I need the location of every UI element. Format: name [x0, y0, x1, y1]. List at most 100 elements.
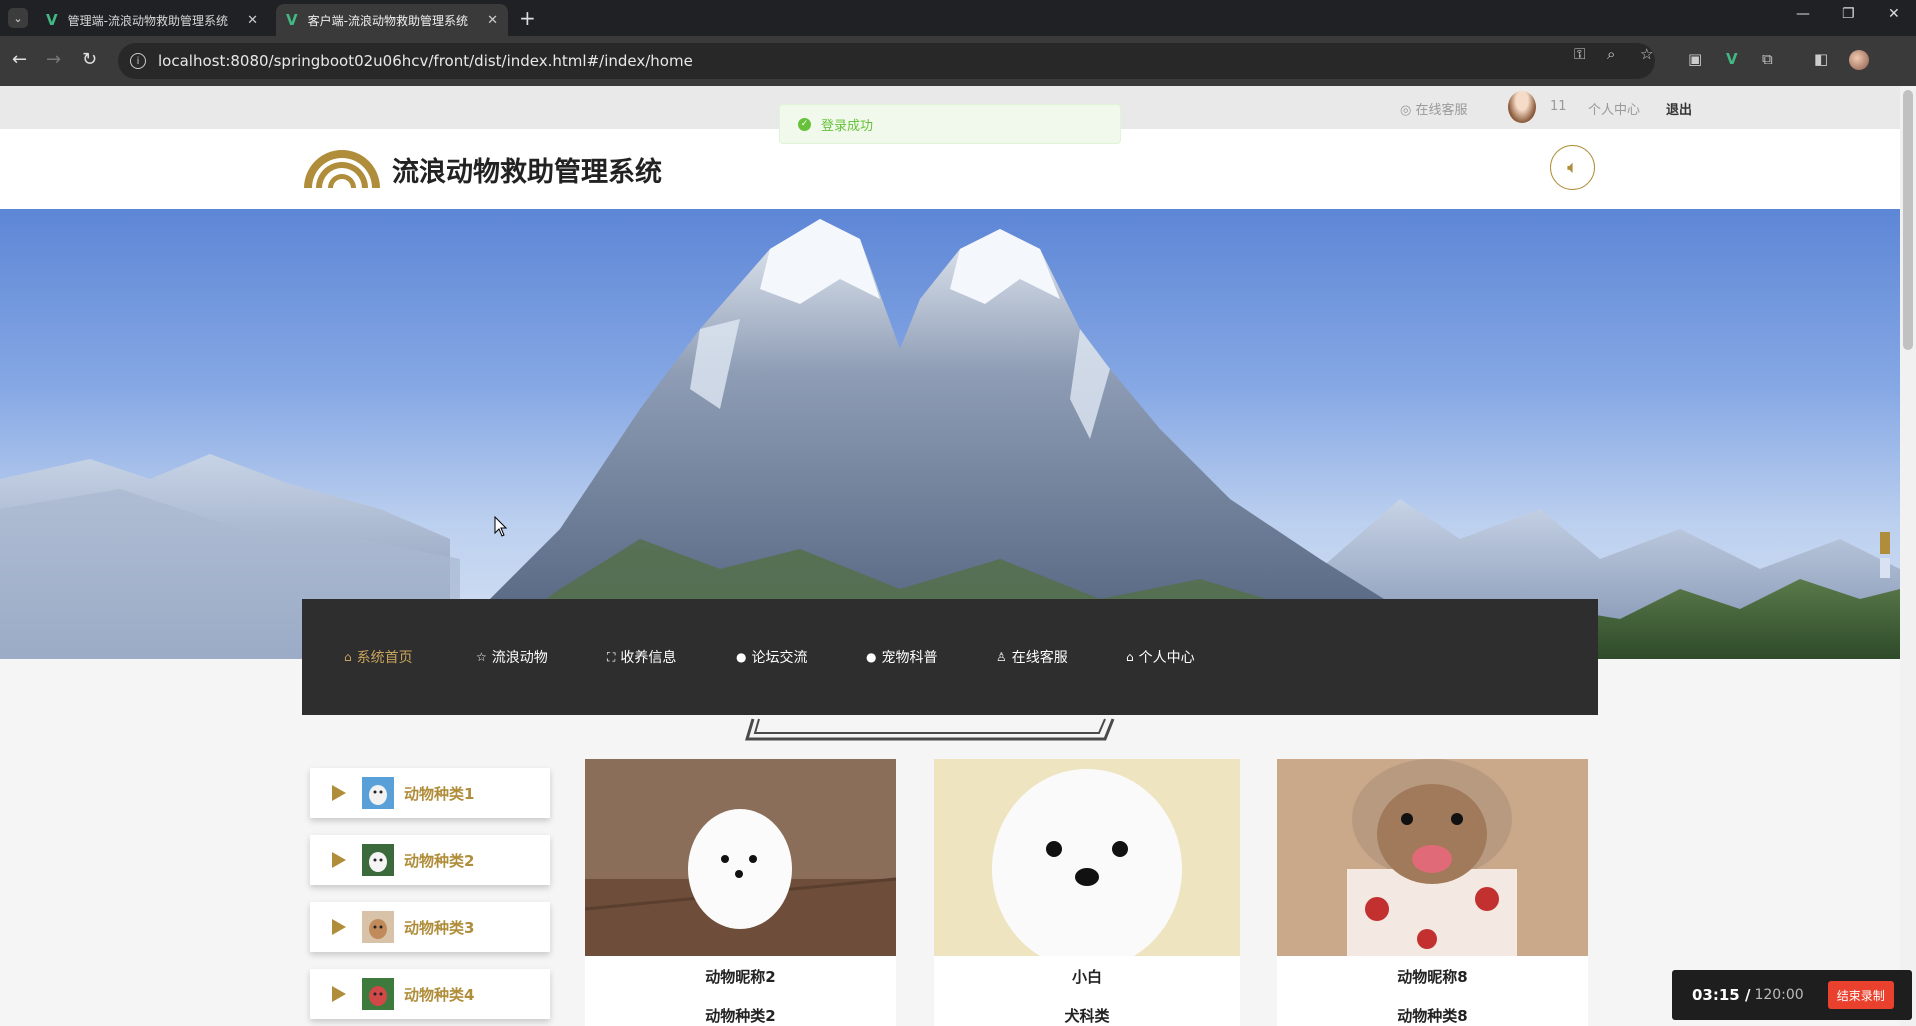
extension-icon[interactable]: ▣ [1688, 50, 1702, 68]
info-icon: ● [736, 650, 747, 664]
sidebar-item-label: 动物种类4 [404, 985, 475, 1004]
browser-tab-client[interactable]: V 客户端-流浪动物救助管理系统 ✕ [276, 4, 508, 36]
triangle-right-icon [332, 919, 346, 935]
personal-center-link[interactable]: 个人中心 [1588, 99, 1640, 118]
web-page: ◎ 在线客服 11 个人中心 退出 流浪动物救助管理系统 🔈︎ ⌂ 系统首页 ☆… [0, 86, 1900, 1026]
zoom-icon[interactable]: ⌕ [1607, 45, 1615, 63]
recording-widget: 03:15 / 120:00 结束录制 [1672, 970, 1912, 1020]
service-icon: ◎ [1400, 103, 1412, 118]
triangle-right-icon [332, 852, 346, 868]
tab-title: 管理端-流浪动物救助管理系统 [67, 13, 228, 28]
animal-card[interactable]: 动物昵称8 动物种类8 [1277, 759, 1588, 1026]
minimize-icon[interactable]: — [1796, 6, 1810, 22]
main-nav: ⌂ 系统首页 ☆ 流浪动物 ⛶ 收养信息 ● 论坛交流 ● 宠物科普 ♙ 在线客… [302, 599, 1598, 715]
sidebar-item-category-3[interactable]: 动物种类3 [310, 902, 550, 952]
nav-decoration [745, 718, 1115, 741]
vue-logo-icon: V [286, 11, 298, 29]
tab-search-button[interactable]: ⌄ [8, 8, 28, 28]
side-panel-icon[interactable]: ◧ [1814, 50, 1828, 68]
scrollbar-thumb[interactable] [1903, 90, 1913, 350]
category-thumbnail [362, 844, 394, 876]
nav-label: 在线客服 [1011, 650, 1068, 666]
sidebar-item-label: 动物种类2 [404, 851, 475, 870]
nav-label: 个人中心 [1138, 650, 1195, 666]
address-bar[interactable]: i localhost:8080/springboot02u06hcv/fron… [118, 43, 1655, 79]
browser-tab-admin[interactable]: V 管理端-流浪动物救助管理系统 ✕ [36, 4, 268, 36]
banner-indicator-active[interactable] [1880, 532, 1890, 554]
nav-item-forum[interactable]: ● 论坛交流 [736, 647, 807, 667]
animal-type: 动物种类2 [705, 1007, 776, 1025]
vue-logo-icon: V [46, 11, 58, 29]
check-circle-icon: ✓ [798, 117, 811, 131]
new-tab-button[interactable]: + [519, 6, 536, 30]
forward-arrow-icon[interactable]: → [46, 49, 61, 70]
sidebar-item-category-1[interactable]: 动物种类1 [310, 768, 550, 818]
house-icon: ⌂ [1126, 650, 1134, 664]
sidebar-item-label: 动物种类3 [404, 918, 475, 937]
nav-item-online-service[interactable]: ♙ 在线客服 [996, 647, 1068, 667]
animal-card[interactable]: 动物昵称2 动物种类2 [585, 759, 896, 1026]
bookmark-star-icon[interactable]: ☆ [1640, 45, 1653, 63]
nav-item-home[interactable]: ⌂ 系统首页 [344, 647, 413, 667]
online-service-label: 在线客服 [1415, 103, 1468, 118]
bag-icon: ⛶ [607, 649, 616, 664]
page-scrollbar[interactable] [1900, 86, 1916, 1026]
key-icon[interactable]: ⚿ [1574, 45, 1585, 63]
back-arrow-icon[interactable]: ← [12, 49, 27, 70]
site-info-icon[interactable]: i [130, 53, 146, 69]
address-url[interactable]: localhost:8080/springboot02u06hcv/front/… [158, 52, 693, 70]
mountain-banner-image [0, 219, 1900, 659]
music-toggle-button[interactable]: 🔈︎ [1550, 145, 1595, 190]
stop-recording-button[interactable]: 结束录制 [1827, 981, 1894, 1009]
profile-avatar[interactable] [1849, 50, 1869, 70]
banner-indicator[interactable] [1880, 558, 1890, 578]
nav-item-stray-animals[interactable]: ☆ 流浪动物 [476, 647, 548, 667]
nav-item-pet-science[interactable]: ● 宠物科普 [866, 647, 937, 667]
vue-devtools-icon[interactable]: V [1726, 50, 1738, 68]
animal-photo [934, 759, 1240, 956]
user-avatar[interactable] [1508, 91, 1536, 123]
nav-label: 系统首页 [356, 650, 413, 666]
recording-total: 120:00 [1754, 987, 1804, 1003]
toast-message: 登录成功 [821, 118, 874, 134]
logout-link[interactable]: 退出 [1666, 99, 1692, 118]
nav-label: 论坛交流 [751, 650, 808, 666]
sidebar-item-category-4[interactable]: 动物种类4 [310, 969, 550, 1019]
category-thumbnail [362, 978, 394, 1010]
animal-photo [585, 759, 896, 956]
speaker-icon: 🔈︎ [1567, 157, 1578, 178]
animal-name: 小白 [1071, 968, 1102, 986]
animal-card[interactable]: 小白 犬科类 [934, 759, 1240, 1026]
browser-tab-bar: ⌄ V 管理端-流浪动物救助管理系统 ✕ V 客户端-流浪动物救助管理系统 ✕ … [0, 0, 1916, 36]
window-close-icon[interactable]: ✕ [1888, 6, 1900, 22]
site-logo-icon [304, 150, 380, 188]
nav-label: 宠物科普 [881, 650, 938, 666]
nav-item-personal-center[interactable]: ⌂ 个人中心 [1126, 647, 1195, 667]
triangle-right-icon [332, 986, 346, 1002]
tab-title: 客户端-流浪动物救助管理系统 [307, 13, 468, 28]
user-icon: ♙ [996, 650, 1007, 664]
animal-type: 动物种类8 [1397, 1007, 1468, 1025]
online-service-link[interactable]: ◎ 在线客服 [1400, 99, 1468, 118]
browser-toolbar: ← → ↻ i localhost:8080/springboot02u06hc… [0, 36, 1916, 86]
animal-photo [1277, 759, 1588, 956]
hero-banner [0, 209, 1900, 659]
username: 11 [1550, 99, 1567, 114]
nav-label: 流浪动物 [491, 650, 548, 666]
animal-type: 犬科类 [1064, 1007, 1110, 1025]
restore-icon[interactable]: ❐ [1842, 6, 1855, 22]
nav-item-adoption[interactable]: ⛶ 收养信息 [607, 647, 676, 667]
close-icon[interactable]: ✕ [487, 13, 498, 28]
sidebar-item-category-2[interactable]: 动物种类2 [310, 835, 550, 885]
puzzle-icon[interactable]: ⧉ [1762, 50, 1773, 68]
reload-icon[interactable]: ↻ [82, 49, 97, 70]
home-icon: ⌂ [344, 650, 352, 664]
category-thumbnail [362, 777, 394, 809]
close-icon[interactable]: ✕ [247, 13, 258, 28]
animal-name: 动物昵称2 [705, 968, 776, 986]
category-thumbnail [362, 911, 394, 943]
site-title: 流浪动物救助管理系统 [392, 157, 662, 188]
recording-elapsed: 03:15 / [1692, 986, 1751, 1004]
sidebar-item-label: 动物种类1 [404, 784, 475, 803]
animal-name: 动物昵称8 [1397, 968, 1468, 986]
